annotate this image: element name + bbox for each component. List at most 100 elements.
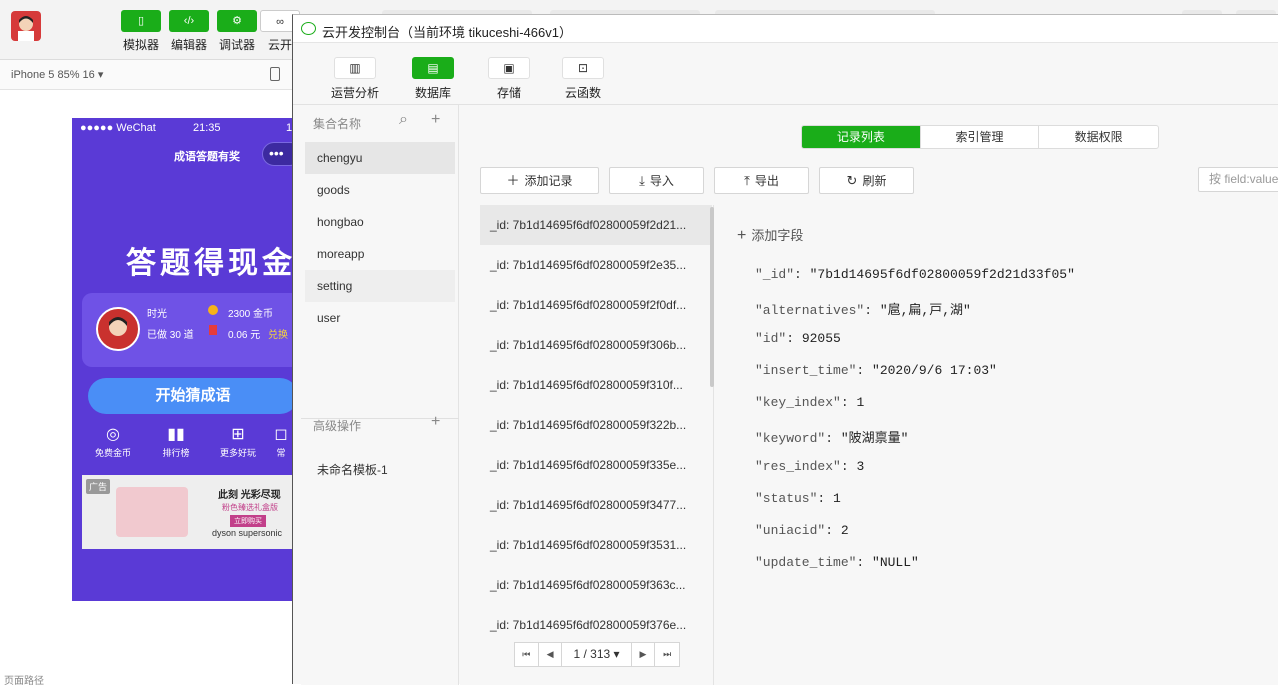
record-row[interactable]: _id: 7b1d14695f6df02800059f376e... [480, 605, 712, 645]
record-row[interactable]: _id: 7b1d14695f6df02800059f363c... [480, 565, 712, 605]
record-row[interactable]: _id: 7b1d14695f6df02800059f335e... [480, 445, 712, 485]
cut-entry[interactable]: ◻ 常 [268, 424, 294, 459]
record-row[interactable]: _id: 7b1d14695f6df02800059f2d21... [480, 205, 712, 245]
collections-panel: 集合名称 ⌕ + chengyu goods hongbao moreapp s… [301, 105, 459, 685]
sliders-icon: ⚙ [217, 10, 257, 32]
first-page-icon[interactable]: ⏮ [515, 643, 539, 666]
document-field[interactable]: "id": 92055 [755, 331, 841, 346]
banner-ad[interactable]: 广告 此刻 光彩尽现 粉色臻选礼盒版 立即购买 dyson supersonic [82, 475, 294, 549]
phone-icon: ▯ [121, 10, 161, 32]
device-selector[interactable]: iPhone 5 85% 16 ▾ [11, 68, 103, 81]
leaderboard-entry[interactable]: ▮▮ 排行榜 [151, 424, 201, 459]
console-tabs: ▥ 运营分析 ▤ 数据库 ▣ 存储 ⊡ 云函数 [293, 43, 1278, 105]
import-button[interactable]: ⤓ 导入 [609, 167, 704, 194]
document-field[interactable]: "keyword": "陂湖禀量" [755, 427, 908, 446]
collection-item[interactable]: hongbao [305, 206, 455, 238]
mini-program-capsule[interactable]: ••• [262, 142, 294, 166]
field-separator: : [817, 491, 834, 506]
record-row[interactable]: _id: 7b1d14695f6df02800059f3531... [480, 525, 712, 565]
next-page-icon[interactable]: ▶ [632, 643, 656, 666]
field-value: 92055 [801, 331, 841, 346]
prev-page-icon[interactable]: ◀ [539, 643, 563, 666]
search-icon[interactable]: ⌕ [399, 111, 408, 129]
export-button[interactable]: ⤒ 导出 [714, 167, 809, 194]
function-icon: ⊡ [562, 57, 604, 79]
document-field[interactable]: "uniacid": 2 [755, 523, 849, 538]
filter-input[interactable]: 按 field:value [1198, 167, 1278, 192]
console-titlebar: 云开发控制台（当前环境 tikuceshi-466v1） [293, 15, 1278, 43]
free-coins-entry[interactable]: ◎ 免费金币 [88, 424, 138, 459]
record-row[interactable]: _id: 7b1d14695f6df02800059f306b... [480, 325, 712, 365]
phone-screen[interactable]: ●●●●● WeChat 21:35 1 成语答题有奖 ••• 答题得现金 时光… [72, 118, 294, 601]
field-separator: : [825, 523, 841, 538]
database-icon: ▤ [412, 57, 454, 79]
pagination: ⏮ ◀ 1 / 313 ▾ ▶ ⏭ [514, 642, 680, 667]
record-list-scrollbar[interactable] [710, 207, 714, 387]
tab-database[interactable]: ▤ 数据库 [403, 57, 463, 101]
record-row[interactable]: _id: 7b1d14695f6df02800059f3477... [480, 485, 712, 525]
code-icon: ‹/› [169, 10, 209, 32]
document-field[interactable]: "_id": "7b1d14695f6df02800059f2d21d33f05… [755, 267, 1075, 282]
more-games-entry[interactable]: ⊞ 更多好玩 [213, 424, 263, 459]
cloud-console-icon [301, 22, 316, 35]
segment-permissions[interactable]: 数据权限 [1039, 126, 1158, 148]
add-collection-icon[interactable]: + [431, 111, 440, 129]
cloud-console-window: 云开发控制台（当前环境 tikuceshi-466v1） ▥ 运营分析 ▤ 数据… [292, 14, 1278, 685]
field-separator: : [825, 431, 841, 446]
record-row[interactable]: _id: 7b1d14695f6df02800059f322b... [480, 405, 712, 445]
upload-icon: ⤒ [744, 173, 750, 188]
console-title: 云开发控制台（当前环境 tikuceshi-466v1） [322, 25, 572, 40]
field-separator: : [840, 459, 857, 474]
tab-cloud-functions[interactable]: ⊡ 云函数 [553, 57, 613, 101]
ad-cta[interactable]: 立即购买 [230, 515, 266, 527]
record-row[interactable]: _id: 7b1d14695f6df02800059f310f... [480, 365, 712, 405]
template-item[interactable]: 未命名模板-1 [317, 461, 388, 478]
start-game-button[interactable]: 开始猜成语 [88, 378, 294, 414]
field-key: "insert_time" [755, 363, 857, 378]
collection-item[interactable]: setting [305, 270, 455, 302]
field-key: "status" [755, 491, 818, 506]
add-field-button[interactable]: + 添加字段 [737, 225, 803, 245]
debugger-tool[interactable]: ⚙ 调试器 [213, 10, 261, 53]
document-field[interactable]: "update_time": "NULL" [755, 555, 919, 570]
collection-item[interactable]: chengyu [305, 142, 455, 174]
refresh-button[interactable]: ↻ 刷新 [819, 167, 914, 194]
document-field[interactable]: "status": 1 [755, 491, 841, 506]
add-record-button[interactable]: ＋添加记录 [480, 167, 599, 194]
tab-analytics[interactable]: ▥ 运营分析 [325, 57, 385, 101]
collection-item[interactable]: user [305, 302, 455, 334]
field-key: "res_index" [755, 459, 841, 474]
record-list: _id: 7b1d14695f6df02800059f2d21... _id: … [480, 205, 714, 685]
simulator-tool[interactable]: ▯ 模拟器 [117, 10, 165, 53]
segment-indexes[interactable]: 索引管理 [921, 126, 1040, 148]
field-value: "7b1d14695f6df02800059f2d21d33f05" [809, 267, 1075, 282]
field-key: "key_index" [755, 395, 841, 410]
document-view: + 添加字段 "_id": "7b1d14695f6df02800059f2d21… [715, 205, 1278, 685]
target-icon: ◎ [106, 426, 120, 443]
tab-storage[interactable]: ▣ 存储 [479, 57, 539, 101]
simulator-bar: iPhone 5 85% 16 ▾ [0, 60, 292, 90]
field-separator: : [856, 363, 873, 378]
field-key: "keyword" [755, 431, 826, 446]
record-row[interactable]: _id: 7b1d14695f6df02800059f2f0df... [480, 285, 712, 325]
last-page-icon[interactable]: ⏭ [655, 643, 679, 666]
field-separator: : [840, 395, 857, 410]
document-field[interactable]: "res_index": 3 [755, 459, 864, 474]
document-field[interactable]: "insert_time": "2020/9/6 17:03" [755, 363, 997, 378]
document-field[interactable]: "key_index": 1 [755, 395, 864, 410]
document-field[interactable]: "alternatives": "扈,扁,戸,湖" [755, 299, 971, 318]
collection-item[interactable]: goods [305, 174, 455, 206]
phone-status-bar: ●●●●● WeChat 21:35 1 [80, 122, 293, 134]
field-separator: : [856, 555, 873, 570]
exchange-link[interactable]: 兑换 [268, 326, 288, 341]
segment-records[interactable]: 记录列表 [802, 126, 921, 148]
user-avatar[interactable] [11, 11, 41, 41]
add-template-icon[interactable]: + [431, 413, 440, 431]
collection-item[interactable]: moreapp [305, 238, 455, 270]
page-selector[interactable]: 1 / 313 ▾ [562, 643, 632, 666]
field-value: 1 [833, 491, 841, 506]
rotate-device-icon[interactable] [270, 67, 280, 81]
record-row[interactable]: _id: 7b1d14695f6df02800059f2e35... [480, 245, 712, 285]
editor-tool[interactable]: ‹/› 编辑器 [165, 10, 213, 53]
field-value: "扈,扁,戸,湖" [879, 303, 971, 318]
